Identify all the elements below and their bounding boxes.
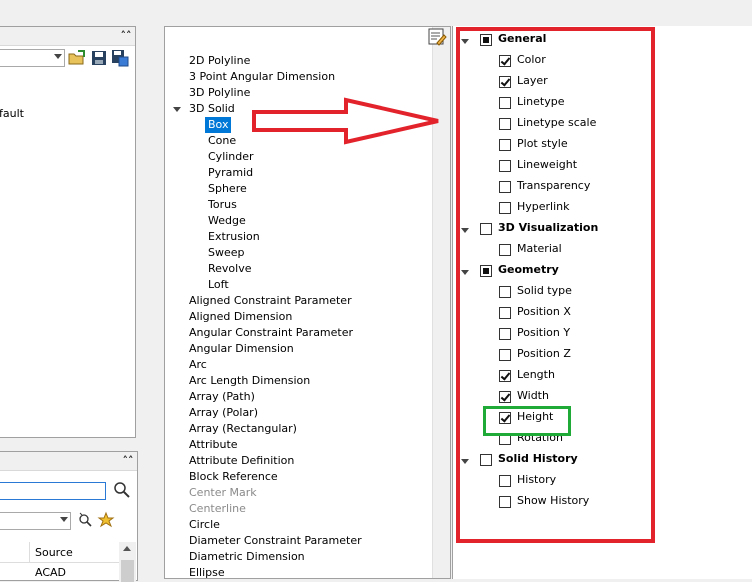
tree-item[interactable]: Center Mark: [189, 485, 257, 501]
tree-item[interactable]: Box: [205, 117, 232, 133]
tree-item[interactable]: Cylinder: [208, 149, 254, 165]
tree-item[interactable]: 2D Polyline: [189, 53, 250, 69]
favorite-search-icon[interactable]: [97, 511, 115, 529]
tree-item[interactable]: Sphere: [208, 181, 247, 197]
tree-item[interactable]: Attribute Definition: [189, 453, 294, 469]
left-bottom-panel: ˄˄ Source ACAD: [0, 451, 138, 582]
tree-item[interactable]: Torus: [208, 197, 237, 213]
tree-item[interactable]: Array (Rectangular): [189, 421, 297, 437]
left-bottom-panel-header: ˄˄: [0, 452, 137, 471]
collapse-panel-icon[interactable]: ˄˄: [121, 454, 135, 468]
quick-select-icon[interactable]: [77, 511, 95, 529]
style-combo[interactable]: [0, 49, 65, 67]
edit-properties-icon[interactable]: [427, 27, 447, 47]
search-input[interactable]: [0, 482, 106, 500]
open-folder-icon[interactable]: [68, 49, 86, 67]
source-column-header[interactable]: Source: [35, 546, 73, 559]
tree-item[interactable]: Extrusion: [208, 229, 260, 245]
tree-item[interactable]: Revolve: [208, 261, 252, 277]
tree-item[interactable]: Loft: [208, 277, 229, 293]
tree-item[interactable]: Aligned Constraint Parameter: [189, 293, 352, 309]
save-icon[interactable]: [90, 49, 108, 67]
tree-item[interactable]: Pyramid: [208, 165, 253, 181]
annotation-red-box: [456, 27, 655, 543]
tree-item[interactable]: 3D Solid: [189, 101, 235, 117]
tree-item[interactable]: Sweep: [208, 245, 245, 261]
scroll-up-icon[interactable]: [123, 546, 131, 551]
tree-item[interactable]: Block Reference: [189, 469, 278, 485]
tree-item[interactable]: Arc Length Dimension: [189, 373, 310, 389]
tree-item[interactable]: Diametric Dimension: [189, 549, 305, 565]
grid-header: Source: [0, 542, 119, 563]
tree-item[interactable]: Wedge: [208, 213, 246, 229]
tree-item[interactable]: Angular Dimension: [189, 341, 294, 357]
tree-item[interactable]: Attribute: [189, 437, 238, 453]
column-divider: [29, 542, 30, 562]
tree-item[interactable]: Angular Constraint Parameter: [189, 325, 353, 341]
tree-item[interactable]: 3D Polyline: [189, 85, 250, 101]
tree-item[interactable]: Diameter Constraint Parameter: [189, 533, 362, 549]
left-top-panel: ˄˄ fault: [0, 26, 136, 438]
tree-item[interactable]: Ellipse: [189, 565, 225, 578]
tree-item[interactable]: Aligned Dimension: [189, 309, 292, 325]
partial-list-text: fault: [0, 107, 24, 120]
left-top-panel-header: ˄˄: [0, 27, 135, 46]
save-as-icon[interactable]: [111, 49, 129, 67]
tree-item[interactable]: Array (Polar): [189, 405, 258, 421]
annotation-arrow: [252, 97, 439, 145]
tree-item[interactable]: Centerline: [189, 501, 246, 517]
tree-item[interactable]: Arc: [189, 357, 207, 373]
tree-item[interactable]: Array (Path): [189, 389, 255, 405]
expand-chevron-icon[interactable]: [173, 107, 181, 112]
tree-item[interactable]: Cone: [208, 133, 236, 149]
source-cell: ACAD: [35, 566, 67, 579]
search-icon[interactable]: [113, 481, 131, 499]
tree-item[interactable]: Circle: [189, 517, 220, 533]
filter-combo[interactable]: [0, 512, 71, 530]
chevron-down-icon: [54, 54, 62, 59]
chevron-down-icon: [60, 517, 68, 522]
tree-item[interactable]: 3 Point Angular Dimension: [189, 69, 335, 85]
annotation-green-box: [483, 406, 571, 436]
scrollbar[interactable]: [119, 542, 136, 582]
collapse-panel-icon[interactable]: ˄˄: [119, 29, 133, 43]
